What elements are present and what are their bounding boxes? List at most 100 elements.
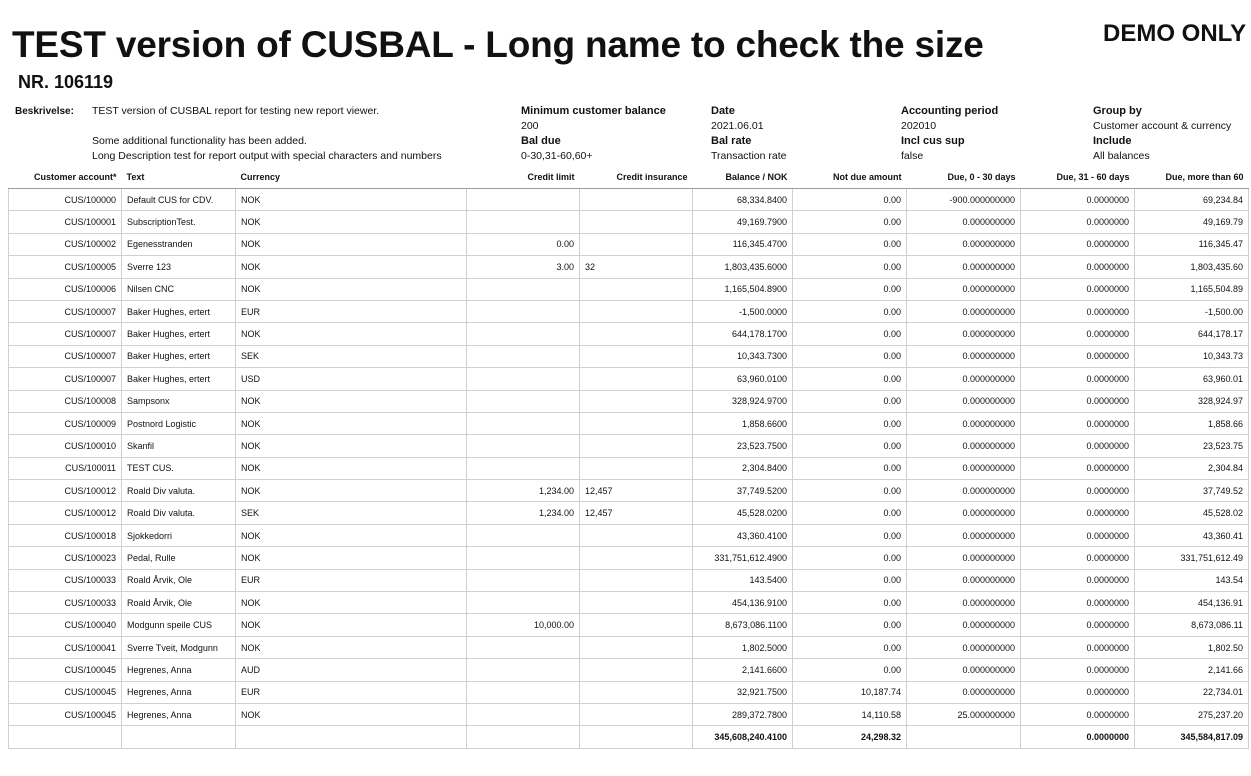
due-31-60-cell: 0.0000000	[1020, 255, 1135, 279]
not-due-cell: 0.00	[792, 658, 907, 682]
due-60-plus-cell: 1,165,504.89	[1134, 277, 1249, 301]
customer-account-cell: CUS/100018	[8, 523, 122, 548]
table-row: CUS/100007 Baker Hughes, ertert NOK 644,178…	[8, 322, 1249, 346]
param-accounting-period: Accounting period 202010 Incl cus sup fa…	[901, 104, 998, 164]
param-label: Bal due	[521, 135, 561, 147]
param-value: false	[901, 150, 924, 162]
column-header[interactable]: Credit insurance	[579, 166, 693, 189]
currency-cell: NOK	[235, 255, 467, 279]
currency-cell: NOK	[235, 456, 467, 481]
customer-account-cell: CUS/100007	[8, 367, 122, 391]
param-date: Date 2021.06.01 Bal rate Transaction rat…	[711, 104, 786, 164]
column-header[interactable]: Due, more than 60	[1134, 166, 1249, 189]
not-due-cell: 14,110.58	[792, 702, 907, 727]
column-header[interactable]: Customer account*	[8, 166, 122, 189]
currency-cell: SEK	[235, 344, 467, 369]
currency-cell: SEK	[235, 501, 467, 525]
column-header[interactable]: Due, 0 - 30 days	[906, 166, 1021, 189]
due-0-30-cell: 0.000000000	[906, 367, 1021, 391]
not-due-cell: 0.00	[792, 210, 907, 234]
credit-insurance-cell	[579, 523, 693, 548]
balance-cell: 644,178.1700	[692, 322, 793, 346]
text-cell: Hegrenes, Anna	[121, 658, 236, 682]
not-due-cell: 0.00	[792, 255, 907, 279]
not-due-cell: 0.00	[792, 523, 907, 548]
customer-account-cell: CUS/100005	[8, 255, 122, 279]
credit-limit-cell	[466, 277, 580, 301]
balance-cell: 37,749.5200	[692, 479, 793, 503]
table-row: CUS/100007 Baker Hughes, ertert SEK 10,343.…	[8, 344, 1249, 369]
credit-insurance-cell	[579, 277, 693, 301]
column-header[interactable]: Currency	[235, 166, 467, 189]
credit-limit-cell	[466, 187, 580, 212]
due-31-60-cell: 0.0000000	[1020, 232, 1135, 257]
column-header[interactable]: Due, 31 - 60 days	[1020, 166, 1135, 189]
text-cell: TEST CUS.	[121, 456, 236, 481]
balance-cell: 45,528.0200	[692, 501, 793, 525]
currency-cell: NOK	[235, 479, 467, 503]
param-value: All balances	[1093, 150, 1150, 162]
table-body: CUS/100000 Default CUS for CDV. NOK 68,334.…	[8, 187, 1249, 749]
text-cell: Roald Årvik, Ole	[121, 568, 236, 593]
total-text-cell	[121, 725, 236, 749]
due-60-plus-cell: 328,924.97	[1134, 389, 1249, 413]
table-row: CUS/100040 Modgunn speile CUS NOK 10,000.00…	[8, 613, 1249, 637]
credit-limit-cell: 10,000.00	[466, 613, 580, 637]
due-31-60-cell: 0.0000000	[1020, 456, 1135, 481]
credit-limit-cell	[466, 591, 580, 615]
table-row: CUS/100006 Nilsen CNC NOK 1,165,504.8900 0.0…	[8, 277, 1249, 301]
report-title: TEST version of CUSBAL - Long name to ch…	[12, 24, 984, 65]
text-cell: Sverre Tveit, Modgunn	[121, 635, 236, 660]
total-currency-cell	[235, 725, 467, 749]
credit-insurance-cell: 32	[579, 255, 693, 279]
totals-row: 345,608,240.4100 24,298.32 0.0000000 345,58…	[8, 725, 1249, 749]
balance-cell: 23,523.7500	[692, 434, 793, 458]
due-31-60-cell: 0.0000000	[1020, 680, 1135, 704]
text-cell: Default CUS for CDV.	[121, 187, 236, 212]
currency-cell: NOK	[235, 210, 467, 234]
balance-cell: 1,165,504.8900	[692, 277, 793, 301]
table-row: CUS/100012 Roald Div valuta. SEK 1,234.00 12…	[8, 501, 1249, 525]
due-0-30-cell: 0.000000000	[906, 344, 1021, 369]
credit-insurance-cell	[579, 299, 693, 324]
credit-limit-cell	[466, 546, 580, 570]
due-31-60-cell: 0.0000000	[1020, 635, 1135, 660]
column-header[interactable]: Text	[121, 166, 236, 189]
due-60-plus-cell: 116,345.47	[1134, 232, 1249, 257]
customer-account-cell: CUS/100023	[8, 546, 122, 570]
balance-cell: 1,803,435.6000	[692, 255, 793, 279]
due-31-60-cell: 0.0000000	[1020, 411, 1135, 436]
due-31-60-cell: 0.0000000	[1020, 546, 1135, 570]
not-due-cell: 0.00	[792, 344, 907, 369]
column-header[interactable]: Not due amount	[792, 166, 907, 189]
currency-cell: NOK	[235, 613, 467, 637]
due-31-60-cell: 0.0000000	[1020, 591, 1135, 615]
column-header[interactable]: Balance / NOK	[692, 166, 793, 189]
total-due-60-plus-cell: 345,584,817.09	[1134, 725, 1249, 749]
customer-account-cell: CUS/100007	[8, 344, 122, 369]
customer-account-cell: CUS/100002	[8, 232, 122, 257]
table-row: CUS/100002 Egenesstranden NOK 0.00 116,345.4…	[8, 232, 1249, 257]
credit-insurance-cell: 12,457	[579, 479, 693, 503]
due-31-60-cell: 0.0000000	[1020, 568, 1135, 593]
balance-cell: 143.5400	[692, 568, 793, 593]
report-page: TEST version of CUSBAL - Long name to ch…	[0, 0, 1251, 776]
credit-insurance-cell	[579, 613, 693, 637]
param-value: 0-30,31-60,60+	[521, 150, 593, 162]
table-row: CUS/100045 Hegrenes, Anna AUD 2,141.6600 0.0…	[8, 658, 1249, 682]
not-due-cell: 0.00	[792, 456, 907, 481]
param-label: Date	[711, 105, 735, 117]
currency-cell: NOK	[235, 187, 467, 212]
due-60-plus-cell: 454,136.91	[1134, 591, 1249, 615]
not-due-cell: 0.00	[792, 187, 907, 212]
due-0-30-cell: 0.000000000	[906, 255, 1021, 279]
description-line: Some additional functionality has been a…	[92, 135, 307, 147]
table-row: CUS/100009 Postnord Logistic NOK 1,858.6600…	[8, 411, 1249, 436]
credit-limit-cell: 3.00	[466, 255, 580, 279]
customer-account-cell: CUS/100045	[8, 658, 122, 682]
currency-cell: NOK	[235, 322, 467, 346]
customer-account-cell: CUS/100008	[8, 389, 122, 413]
column-header[interactable]: Credit limit	[466, 166, 580, 189]
credit-limit-cell	[466, 411, 580, 436]
param-label: Include	[1093, 135, 1132, 147]
